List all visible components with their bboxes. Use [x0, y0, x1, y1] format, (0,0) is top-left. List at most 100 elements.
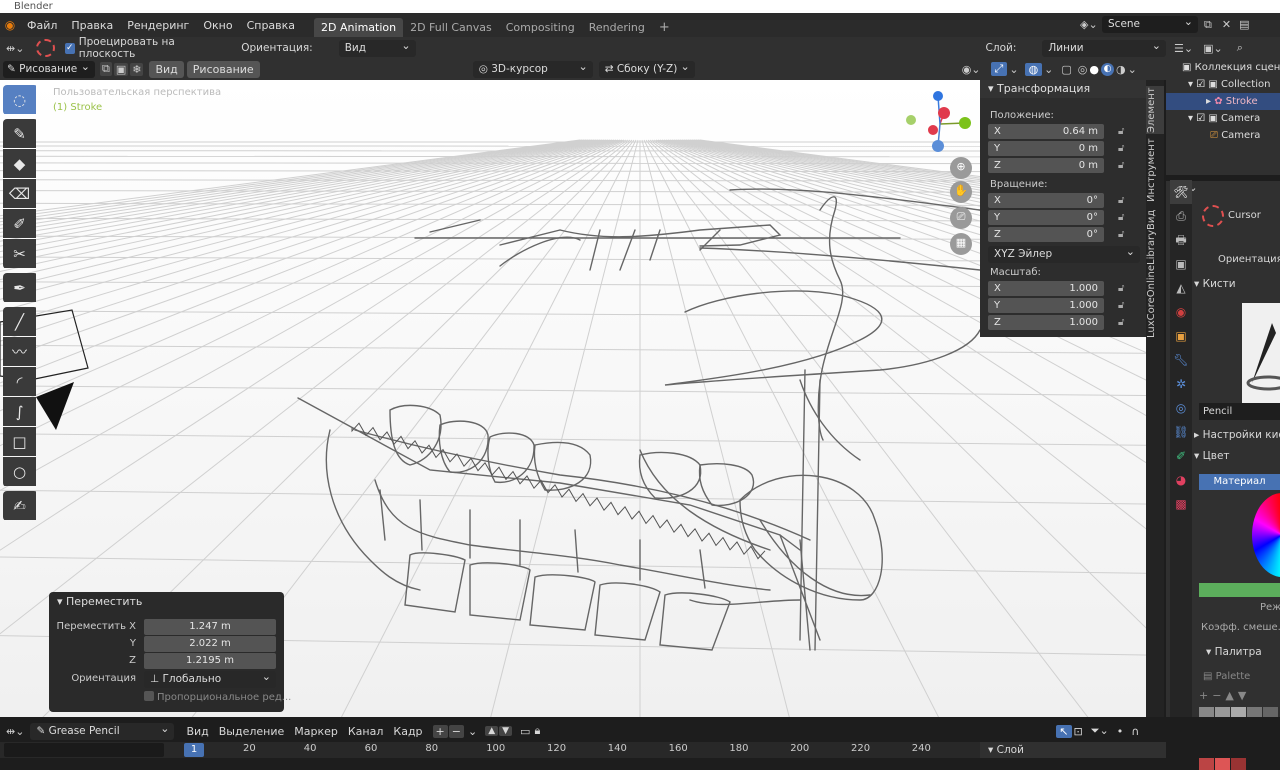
rotation-y-field[interactable]: Y0°	[988, 210, 1104, 225]
palette-selector[interactable]: ▤ Palette	[1199, 669, 1280, 685]
blender-logo-icon[interactable]: ◉	[0, 18, 20, 32]
onion-icon[interactable]: ▣	[114, 63, 128, 76]
orientation-redo-dropdown[interactable]: ⊥ Глобально	[144, 671, 276, 688]
camera-view-icon[interactable]: ⎚	[953, 210, 969, 224]
lock-icon[interactable]: 🔓︎	[1118, 160, 1124, 171]
brushes-panel-header[interactable]: ▾ Кисти	[1194, 274, 1280, 294]
outliner-camera[interactable]: ▾ ☑ ▣ Camera	[1188, 110, 1260, 127]
lock-icon[interactable]: 🔓︎	[1118, 143, 1124, 154]
move-x-field[interactable]: 1.247 m	[144, 619, 276, 635]
outliner-type-icon[interactable]: ☰⌄	[1174, 42, 1193, 55]
filter-icon[interactable]: ⏷⌄	[1091, 724, 1109, 738]
tab-2d-full-canvas[interactable]: 2D Full Canvas	[403, 18, 499, 37]
texture-tab-icon[interactable]: ▩	[1170, 492, 1192, 516]
overlay-menu-icon[interactable]: ⌄	[1044, 63, 1053, 76]
color-wheel[interactable]	[1252, 493, 1280, 577]
lock-icon[interactable]: 🔓︎	[1118, 195, 1124, 206]
menu-file[interactable]: Файл	[20, 19, 64, 32]
palette-panel-header[interactable]: ▾ Палитра	[1206, 646, 1262, 658]
ortho-toggle-icon[interactable]: ▦	[953, 236, 969, 249]
multiframe-icon[interactable]: ⧉	[100, 62, 112, 76]
zoom-icon[interactable]: ⊕	[953, 160, 969, 173]
timeline-menu-marker[interactable]: Маркер	[294, 725, 338, 738]
data-tab-icon[interactable]: ✐	[1170, 444, 1192, 468]
cursor-tool-button[interactable]: ◌	[3, 85, 36, 114]
effects-tab-icon[interactable]: ✲	[1170, 372, 1192, 396]
view-layer-tab-icon[interactable]: ▣	[1170, 252, 1192, 276]
cutter-tool-button[interactable]: ✂	[3, 239, 36, 268]
menu-window[interactable]: Окно	[196, 19, 239, 32]
constraints-tab-icon[interactable]: ⛓	[1170, 420, 1192, 444]
lock-icon[interactable]: 🔓︎	[1118, 126, 1124, 137]
transform-panel-header[interactable]: ▾ Трансформация	[980, 80, 1146, 98]
lock-icon[interactable]: 🔓︎	[1118, 317, 1124, 328]
arc-tool-button[interactable]: ◜	[3, 367, 36, 396]
rotation-mode-dropdown[interactable]: XYZ Эйлер	[988, 246, 1140, 263]
scene-icon[interactable]: ◈⌄	[1080, 18, 1102, 31]
proportional-icon[interactable]: •	[1117, 725, 1124, 738]
world-tab-icon[interactable]: ◉	[1170, 300, 1192, 324]
delete-scene-icon[interactable]: ✕	[1222, 18, 1231, 31]
scale-y-field[interactable]: Y1.000	[988, 298, 1104, 313]
remove-keyframe-icon[interactable]: −	[449, 725, 464, 738]
layer-dropdown[interactable]: Линии	[1042, 40, 1166, 57]
shading-rendered-icon[interactable]: ◑	[1116, 63, 1126, 76]
shading-menu-icon[interactable]: ⌄	[1128, 63, 1137, 76]
menu-help[interactable]: Справка	[240, 19, 302, 32]
material-mode-button[interactable]: Материал	[1199, 474, 1280, 490]
fill-tool-button[interactable]: ◆	[3, 149, 36, 178]
curve-tool-button[interactable]: ∫	[3, 397, 36, 426]
lock-icon[interactable]: 🔓︎	[1118, 283, 1124, 294]
view-layer-icon[interactable]: ▤	[1239, 18, 1249, 31]
scale-x-field[interactable]: X1.000	[988, 281, 1104, 296]
only-selected-icon[interactable]: ↖	[1056, 725, 1071, 738]
annotate-tool-button[interactable]: ✍	[3, 491, 36, 520]
move-up-icon[interactable]: ▲	[485, 726, 498, 736]
proportional-edit-checkbox[interactable]: Пропорциональное ред...	[144, 691, 291, 703]
overlay-icon[interactable]: ◍	[1025, 63, 1043, 76]
add-workspace-button[interactable]: +	[652, 18, 677, 37]
new-scene-icon[interactable]: ⧉	[1204, 18, 1212, 32]
scene-selector[interactable]: Scene	[1102, 16, 1198, 33]
scale-z-field[interactable]: Z1.000	[988, 315, 1104, 330]
menu-render[interactable]: Рендеринг	[120, 19, 196, 32]
screen-icon[interactable]: ▭	[520, 725, 530, 738]
palette-controls[interactable]: +−▲▼	[1199, 689, 1250, 702]
tab-luxcore[interactable]: LuxCoreOnlineLibrary	[1146, 238, 1164, 338]
project-checkbox[interactable]: ✓	[65, 43, 75, 54]
view-axis-dropdown[interactable]: ⇄ Сбоку (Y-Z)	[599, 61, 695, 78]
color-swatch[interactable]	[1199, 583, 1280, 597]
modifier-tab-icon[interactable]: 🔧︎	[1170, 348, 1192, 372]
object-tab-icon[interactable]: ▣	[1170, 324, 1192, 348]
shading-wireframe-icon[interactable]: ◎	[1078, 63, 1088, 76]
orientation-dropdown[interactable]: Вид	[339, 40, 416, 57]
shading-material-icon[interactable]: ◐	[1101, 63, 1114, 76]
falloff-icon[interactable]: ∩	[1131, 725, 1139, 738]
output-tab-icon[interactable]: 🖶︎	[1170, 228, 1192, 252]
freeze-icon[interactable]: ❄	[130, 63, 143, 76]
material-tab-icon[interactable]: ◕	[1170, 468, 1192, 492]
timeline-menu-frame[interactable]: Кадр	[393, 725, 422, 738]
xray-icon[interactable]: ▢	[1061, 63, 1071, 76]
rotation-x-field[interactable]: X0°	[988, 193, 1104, 208]
tab-compositing[interactable]: Compositing	[499, 18, 582, 37]
location-y-field[interactable]: Y0 m	[988, 141, 1104, 156]
brush-settings-header[interactable]: ▸ Настройки кисти	[1194, 429, 1280, 441]
show-hidden-icon[interactable]: ⊡	[1074, 725, 1083, 738]
outliner-collection[interactable]: ▾ ☑ ▣ Collection	[1188, 76, 1270, 93]
gizmo-menu-icon[interactable]: ⌄	[1009, 63, 1018, 76]
draw-menu-button[interactable]: Рисование	[187, 61, 260, 78]
channel-search-input[interactable]	[4, 743, 164, 757]
polyline-tool-button[interactable]: 〰	[3, 337, 36, 366]
eyedropper-tool-button[interactable]: ✒	[3, 273, 36, 302]
box-tool-button[interactable]: □	[3, 427, 36, 456]
tool-tab-icon[interactable]: 🛠︎	[1170, 180, 1192, 204]
layer-panel-header[interactable]: ▾ Слой	[980, 742, 1166, 758]
placement-dropdown[interactable]: ◎ 3D-курсор	[473, 61, 593, 78]
editor-type-icon[interactable]: ⇹⌄	[6, 42, 24, 55]
checkbox-icon[interactable]: ☑	[1196, 79, 1208, 90]
tab-rendering[interactable]: Rendering	[582, 18, 652, 37]
line-tool-button[interactable]: ╱	[3, 307, 36, 336]
checkbox-icon[interactable]: ☑	[1196, 113, 1208, 124]
tab-2d-animation[interactable]: 2D Animation	[314, 18, 403, 37]
